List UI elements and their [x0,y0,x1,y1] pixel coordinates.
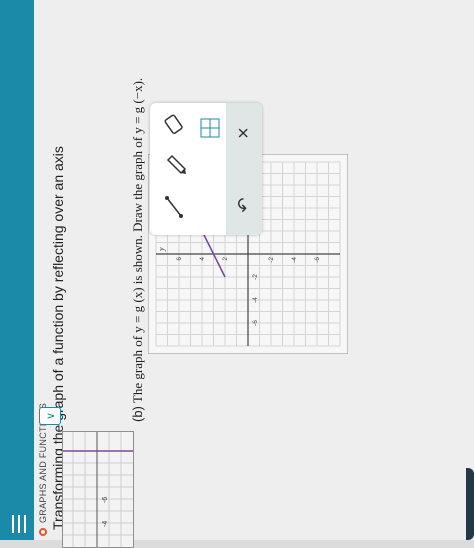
x-tick-label: -2 [252,274,259,280]
close-icon: × [232,127,255,139]
menu-icon[interactable] [8,512,28,536]
expand-chevron-button[interactable]: ∨ [39,407,61,425]
y-tick-label: -4 [291,257,298,263]
previous-graph-panel: -4 -6 [62,431,134,548]
close-button[interactable]: × [228,113,260,153]
question-body: The graph of y = g (x) is shown. Draw th… [130,77,145,404]
grid-settings-icon[interactable] [194,111,226,145]
previous-tick-label: -6 [102,497,109,503]
undo-icon: ↶ [233,197,254,213]
y-tick-label: 2 [222,257,229,261]
line-segment-icon[interactable] [158,189,190,225]
eraser-icon[interactable] [158,107,190,141]
topic-status-dot [39,528,47,536]
previous-tick-label: -4 [102,521,109,527]
question-label: (b) [130,406,145,422]
chevron-down-icon: ∨ [44,411,57,421]
y-tick-label: -6 [314,257,321,263]
x-tick-label: -4 [252,297,259,303]
y-tick-label: 6 [176,257,183,261]
header-bar [0,0,34,540]
toolbox-actions: ↶ × [226,103,262,235]
question-text: (b) The graph of y = g (x) is shown. Dra… [130,78,146,422]
side-panel-tab[interactable] [466,468,474,540]
undo-button[interactable]: ↶ [228,185,260,225]
y-tick-label: 4 [199,257,206,261]
previous-graph-grid: -4 -6 [63,432,133,547]
pencil-icon[interactable] [158,147,190,183]
rotated-screen: GRAPHS AND FUNCTIONS Transforming the gr… [0,0,474,548]
y-tick-label: -2 [268,257,275,263]
x-tick-label: -6 [252,320,259,326]
